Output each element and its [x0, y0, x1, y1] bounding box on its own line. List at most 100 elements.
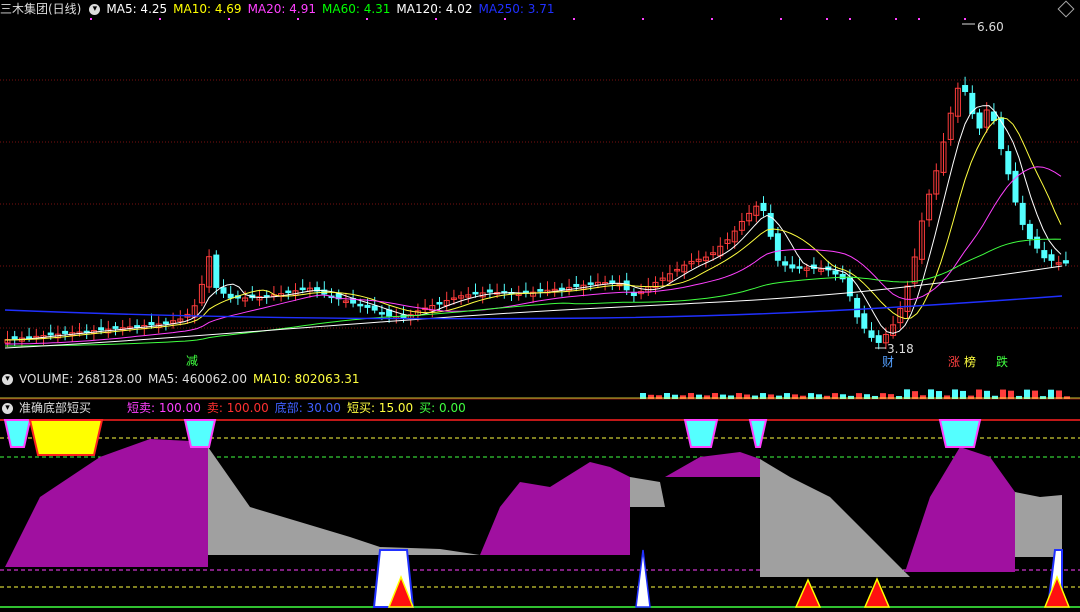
- candle-body: [371, 305, 378, 311]
- volume-bar: [824, 395, 830, 399]
- marker-dot: [964, 18, 966, 20]
- marker-dot: [297, 18, 299, 20]
- signal-tag-bang: 榜: [964, 355, 977, 369]
- marker-dot: [90, 18, 92, 20]
- strong-sell-marker: [28, 419, 104, 456]
- volume-bar: [800, 395, 806, 399]
- candle-body: [782, 261, 789, 266]
- candle-body: [854, 297, 861, 318]
- signal-tag-die: 跌: [996, 355, 1009, 369]
- candle-body: [573, 283, 580, 287]
- volume-collapse-icon[interactable]: ▾: [2, 374, 13, 385]
- marker-dot: [366, 18, 368, 20]
- indicator-legend-item: 短卖: 100.00: [127, 401, 201, 415]
- signal-tag-zhang: 涨: [948, 355, 961, 369]
- candle-body: [789, 264, 796, 269]
- collapse-toggle-icon[interactable]: ▾: [89, 4, 101, 15]
- volume-bar: [776, 395, 782, 399]
- volume-bar: [848, 395, 854, 399]
- volume-bar: [896, 396, 902, 399]
- candle-body: [357, 303, 364, 307]
- candle-body: [861, 313, 868, 329]
- candle-body: [760, 202, 767, 211]
- buy-triangle-marker: [1043, 574, 1071, 608]
- candle-body: [364, 304, 371, 308]
- volume-bar: [1040, 396, 1046, 399]
- candle-body: [134, 325, 141, 328]
- candle-body: [558, 287, 565, 291]
- volume-bar: [968, 395, 974, 399]
- price-low-label: 3.18: [887, 342, 914, 356]
- marker-dot: [504, 18, 506, 20]
- volume-ma10: MA10: 802063.31: [252, 372, 360, 386]
- candle-body: [1041, 250, 1048, 259]
- ma-legend: MA5: 4.25 MA10: 4.69 MA20: 4.91 MA60: 4.31 M…: [106, 2, 560, 16]
- volume-bar: [920, 395, 926, 399]
- candle-body: [112, 326, 119, 329]
- ma-legend-item: MA60: 4.31: [322, 2, 391, 16]
- volume-bar: [1024, 389, 1030, 399]
- candle-body: [213, 254, 220, 288]
- candle-body: [998, 117, 1005, 150]
- candle-body: [1019, 202, 1026, 225]
- candle-body: [436, 302, 443, 305]
- indicator-collapse-icon[interactable]: ▾: [2, 403, 13, 414]
- volume-bar: [728, 395, 734, 399]
- volume-panel-header: ▾ VOLUME: 268128.00 MA5: 460062.00 MA10: 80…: [0, 370, 366, 388]
- indicator-name: 准确底部短买: [19, 401, 92, 415]
- volume-bar: [928, 389, 934, 399]
- indicator-panel-header: ▾ 准确底部短买 短卖: 100.00 卖: 100.00 底部: 30.00 短买: 1…: [0, 399, 478, 417]
- marker-dot: [711, 18, 713, 20]
- candle-body: [472, 291, 479, 295]
- candle-body: [227, 293, 234, 299]
- oscillator-area: [1015, 492, 1062, 557]
- candle-body: [587, 282, 594, 285]
- candle-body: [1062, 260, 1069, 264]
- candle-body: [299, 287, 306, 291]
- candle-body: [26, 336, 33, 339]
- indicator-legend-item: 底部: 30.00: [274, 401, 341, 415]
- sell-signal-marker: [748, 419, 768, 448]
- marker-dot: [918, 18, 920, 20]
- volume-bar: [904, 389, 910, 399]
- candle-body: [378, 312, 385, 315]
- candle-body: [839, 273, 846, 280]
- candle-body: [47, 332, 54, 336]
- sell-signal-marker: [3, 419, 32, 448]
- volume-bar: [952, 389, 958, 399]
- volume-bar: [1016, 395, 1022, 399]
- candle-body: [630, 291, 637, 297]
- sell-signal-marker: [683, 419, 719, 448]
- candle-body: [11, 336, 18, 340]
- sell-signal-marker: [183, 419, 217, 448]
- ma-legend-item: MA20: 4.91: [247, 2, 316, 16]
- indicator-chart[interactable]: [0, 417, 1080, 612]
- volume-ma5: MA5: 460062.00: [148, 372, 247, 386]
- indicator-legend-item: 卖: 100.00: [206, 401, 269, 415]
- price-high-label: 6.60: [977, 20, 1004, 34]
- candle-body: [62, 330, 69, 334]
- candle-body: [868, 330, 875, 338]
- price-chart[interactable]: [0, 18, 1080, 370]
- marker-dot: [159, 18, 161, 20]
- candle-body: [148, 322, 155, 326]
- marker-dot: [435, 18, 437, 20]
- volume-bar: [976, 389, 982, 399]
- oscillator-area: [905, 447, 1015, 572]
- panel-options-icon[interactable]: [1057, 0, 1075, 18]
- volume-bar: [656, 395, 662, 399]
- price-panel-header: 三木集团(日线) ▾ MA5: 4.25 MA10: 4.69 MA20: 4.91 MA…: [0, 0, 567, 18]
- volume-bar: [1000, 389, 1006, 399]
- candle-body: [285, 290, 292, 294]
- oscillator-area: [208, 447, 480, 555]
- signal-tag-jian: 减: [186, 354, 199, 368]
- marker-dot: [780, 18, 782, 20]
- ma-legend-item: MA120: 4.02: [396, 2, 473, 16]
- candle-body: [220, 287, 227, 294]
- volume-bar: [944, 395, 950, 399]
- ma-legend-item: MA250: 3.71: [478, 2, 555, 16]
- marker-dot: [228, 18, 230, 20]
- marker-dot: [895, 18, 897, 20]
- candle-body: [486, 289, 493, 293]
- indicator-legend-item: 买: 0.00: [419, 401, 466, 415]
